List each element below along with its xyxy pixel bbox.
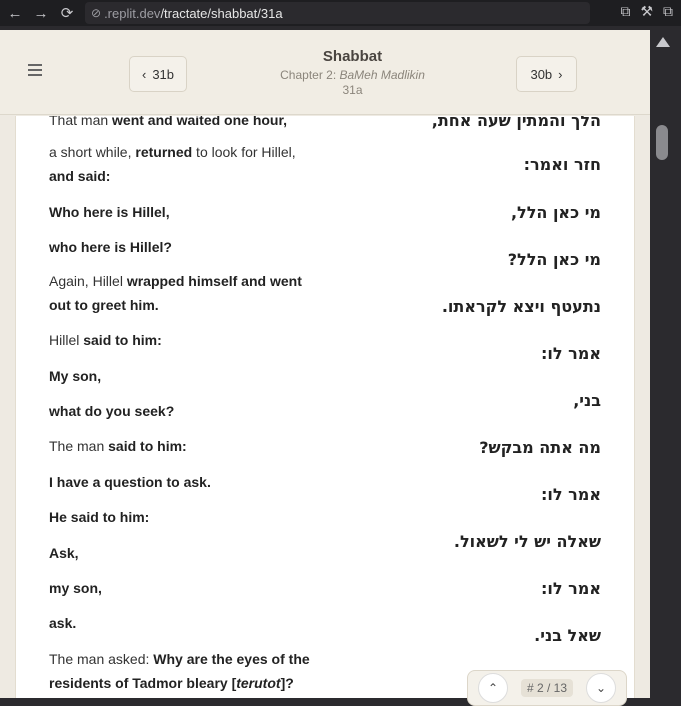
- hebrew-segment: אמר לו:: [541, 344, 601, 363]
- hebrew-segment: הלך והמתין שעה אחת,: [431, 116, 601, 130]
- english-segment: He said to him:: [49, 509, 150, 525]
- english-segment: ask.: [49, 615, 77, 631]
- hebrew-segment: נתעטף ויצא לקראתו.: [441, 297, 601, 316]
- daf-label: 31a: [342, 83, 363, 97]
- pager-count: # 2 / 13: [520, 679, 574, 697]
- hebrew-segment: בני,: [573, 391, 601, 410]
- address-bar[interactable]: ⊘ .replit.dev /tractate/shabbat/31a: [85, 2, 590, 24]
- english-segment: The man said to him:: [49, 438, 187, 454]
- scroll-up-arrow-icon[interactable]: [656, 37, 670, 47]
- next-daf-button[interactable]: 30b ›: [516, 56, 577, 92]
- chevron-left-icon: ‹: [141, 66, 147, 82]
- prev-daf-label: 31b: [152, 66, 175, 82]
- hebrew-segment: שאל בני.: [534, 626, 601, 645]
- english-segment: a short while, returned to look for Hill…: [49, 144, 296, 184]
- english-segment: Ask,: [49, 545, 79, 561]
- wrench-icon[interactable]: ⚒: [640, 3, 653, 20]
- english-segment: Hillel said to him:: [49, 332, 162, 348]
- hebrew-segment: חזר ואמר:: [523, 155, 601, 174]
- chapter-subtitle: Chapter 2: BaMeh Madlikin: [280, 68, 425, 82]
- chapter-name: BaMeh Madlikin: [339, 68, 425, 82]
- hebrew-segment: אמר לו:: [541, 485, 601, 504]
- reload-icon[interactable]: ⟳: [56, 2, 78, 24]
- scrollbar-thumb[interactable]: [656, 125, 668, 160]
- english-segment: who here is Hillel?: [49, 239, 172, 255]
- english-segment: what do you seek?: [49, 403, 175, 419]
- open-external-icon[interactable]: ⧉: [663, 3, 673, 20]
- title-block: Shabbat Chapter 2: BaMeh Madlikin 31a: [230, 48, 475, 97]
- back-icon[interactable]: ←: [4, 2, 26, 24]
- text-card: That man went and waited one hour, a shor…: [15, 116, 635, 698]
- forward-icon[interactable]: →: [30, 2, 52, 24]
- pager-down-button[interactable]: ⌄: [586, 673, 616, 703]
- hebrew-segment: מי כאן הלל?: [507, 250, 601, 269]
- english-segment: I have a question to ask.: [49, 474, 211, 490]
- hebrew-segment: שאלה יש לי לשאול.: [453, 532, 601, 551]
- english-segment: my son,: [49, 580, 102, 596]
- hebrew-segment: אמר לו:: [541, 579, 601, 598]
- english-segment: That man went and waited one hour,: [49, 116, 288, 128]
- english-segment: The man asked: Why are the eyes of the r…: [49, 651, 310, 691]
- english-segment: Again, Hillel wrapped himself and went o…: [49, 273, 302, 313]
- english-segment: My son,: [49, 368, 102, 384]
- hebrew-segment: מה אתה מבקש?: [479, 438, 601, 457]
- tractate-title: Shabbat: [322, 48, 383, 65]
- url-path: /tractate/shabbat/31a: [160, 5, 283, 21]
- prev-daf-button[interactable]: ‹ 31b: [129, 56, 187, 92]
- browser-toolbar: ← → ⟳ ⊘ .replit.dev /tractate/shabbat/31…: [0, 0, 681, 26]
- pager-up-button[interactable]: ⌃: [478, 673, 508, 703]
- page: ‹ 31b Shabbat Chapter 2: BaMeh Madlikin …: [0, 30, 650, 698]
- hebrew-segment: מי כאן הלל,: [510, 203, 601, 222]
- next-daf-label: 30b: [530, 66, 553, 82]
- chevron-right-icon: ›: [558, 66, 563, 82]
- url-domain: .replit.dev: [104, 5, 161, 21]
- english-segment: Who here is Hillel,: [49, 204, 170, 220]
- header: ‹ 31b Shabbat Chapter 2: BaMeh Madlikin …: [0, 30, 650, 115]
- site-info-icon[interactable]: ⊘: [91, 6, 101, 20]
- section-pager: ⌃ # 2 / 13 ⌄: [467, 670, 627, 706]
- hamburger-menu-icon[interactable]: [28, 64, 42, 76]
- tab-switch-icon[interactable]: ⧉: [620, 3, 630, 20]
